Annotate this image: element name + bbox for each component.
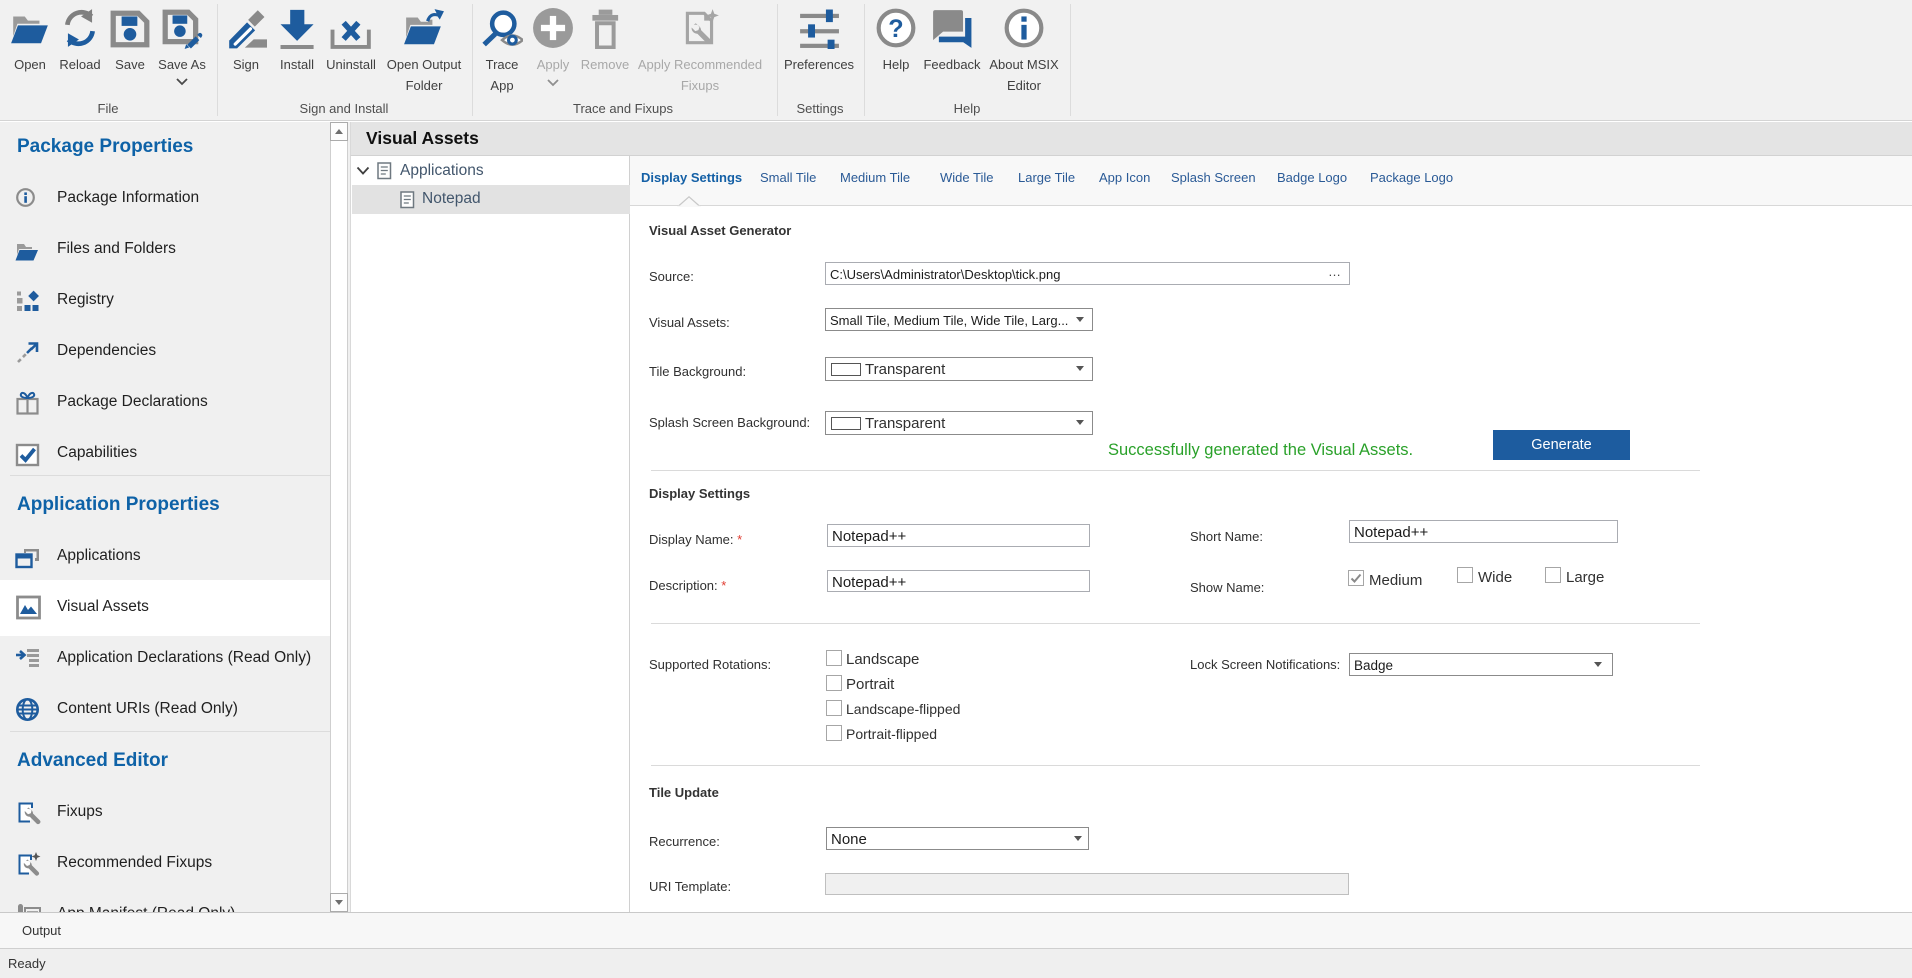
svg-text:?: ? bbox=[888, 15, 903, 43]
